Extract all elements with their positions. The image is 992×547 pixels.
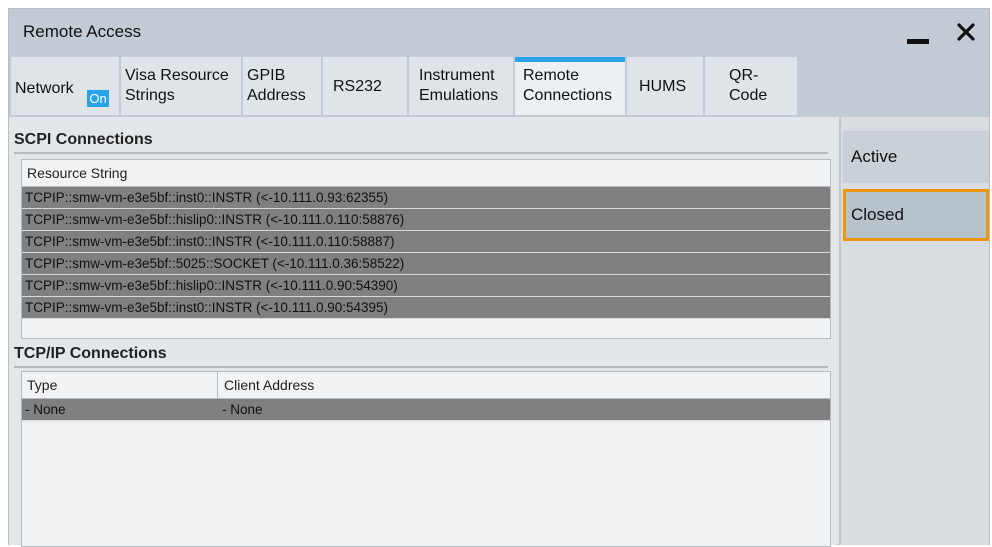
tab-network[interactable]: Network On — [11, 57, 119, 115]
connection-filter-sidebar: Active Closed — [839, 117, 989, 545]
tab-remote-connections[interactable]: Remote Connections — [515, 57, 625, 115]
active-button-label: Active — [851, 147, 898, 166]
type-header: Type — [27, 377, 58, 393]
tab-visa-resource-strings[interactable]: Visa Resource Strings — [121, 57, 241, 115]
network-status-badge: On — [87, 90, 109, 107]
table-row[interactable]: TCPIP::smw-vm-e3e5bf::inst0::INSTR (<-10… — [22, 187, 830, 209]
tab-remote-label: Remote Connections — [523, 67, 612, 104]
tab-network-label: Network — [15, 80, 74, 97]
scpi-table-header: Resource String — [22, 160, 830, 187]
client-address-header: Client Address — [224, 377, 315, 393]
table-row[interactable]: TCPIP::smw-vm-e3e5bf::5025::SOCKET (<-10… — [22, 253, 830, 275]
table-row[interactable]: TCPIP::smw-vm-e3e5bf::hislip0::INSTR (<-… — [22, 275, 830, 297]
active-tab-indicator — [515, 57, 625, 62]
remote-access-window: Remote Access Network On Visa Resource S… — [8, 8, 990, 547]
resource-string-cell: TCPIP::smw-vm-e3e5bf::inst0::INSTR (<-10… — [25, 190, 389, 205]
resource-string-cell: TCPIP::smw-vm-e3e5bf::hislip0::INSTR (<-… — [25, 278, 398, 293]
type-cell: - None — [25, 402, 66, 417]
close-button[interactable] — [949, 17, 983, 49]
scpi-section-title: SCPI Connections — [14, 131, 153, 148]
close-icon — [957, 23, 975, 41]
tab-gpib-label: GPIB Address — [247, 67, 306, 104]
title-bar: Remote Access — [9, 9, 989, 55]
tab-hums[interactable]: HUMS — [627, 57, 703, 115]
tab-hums-label: HUMS — [639, 78, 687, 95]
window-title: Remote Access — [23, 22, 142, 41]
table-row[interactable]: - None - None — [22, 399, 830, 421]
tab-gpib-address[interactable]: GPIB Address — [243, 57, 321, 115]
tab-qr-code[interactable]: QR- Code — [705, 57, 797, 115]
minimize-button[interactable] — [901, 17, 935, 49]
tab-qr-label: QR- Code — [729, 67, 768, 104]
table-row[interactable]: TCPIP::smw-vm-e3e5bf::hislip0::INSTR (<-… — [22, 209, 830, 231]
tab-instrument-emulations[interactable]: Instrument Emulations — [409, 57, 513, 115]
table-row[interactable]: TCPIP::smw-vm-e3e5bf::inst0::INSTR (<-10… — [22, 297, 830, 319]
scpi-section-divider — [14, 152, 828, 154]
tab-bar: Network On Visa Resource Strings GPIB Ad… — [9, 55, 989, 117]
table-row[interactable]: TCPIP::smw-vm-e3e5bf::inst0::INSTR (<-10… — [22, 231, 830, 253]
tcpip-section-divider — [14, 366, 828, 368]
resource-string-cell: TCPIP::smw-vm-e3e5bf::inst0::INSTR (<-10… — [25, 234, 395, 249]
resource-string-header: Resource String — [27, 165, 128, 181]
closed-button-label: Closed — [851, 205, 904, 224]
tcpip-connections-table: Type Client Address - None - None — [21, 371, 831, 547]
tab-rs232[interactable]: RS232 — [323, 57, 407, 115]
active-button[interactable]: Active — [843, 131, 989, 183]
scpi-connections-table: Resource String TCPIP::smw-vm-e3e5bf::in… — [21, 159, 831, 339]
tcpip-table-header: Type Client Address — [22, 372, 830, 399]
tab-visa-label: Visa Resource Strings — [125, 67, 229, 104]
resource-string-cell: TCPIP::smw-vm-e3e5bf::hislip0::INSTR (<-… — [25, 212, 405, 227]
resource-string-cell: TCPIP::smw-vm-e3e5bf::inst0::INSTR (<-10… — [25, 300, 389, 315]
tcpip-section-title: TCP/IP Connections — [14, 345, 167, 362]
tab-rs232-label: RS232 — [333, 78, 382, 95]
column-divider — [217, 372, 218, 399]
closed-button[interactable]: Closed — [843, 189, 989, 241]
client-address-cell: - None — [222, 402, 263, 417]
tab-instrument-label: Instrument Emulations — [419, 67, 499, 104]
resource-string-cell: TCPIP::smw-vm-e3e5bf::5025::SOCKET (<-10… — [25, 256, 405, 271]
minimize-icon — [907, 39, 929, 44]
content-panel: SCPI Connections Resource String TCPIP::… — [9, 117, 837, 547]
